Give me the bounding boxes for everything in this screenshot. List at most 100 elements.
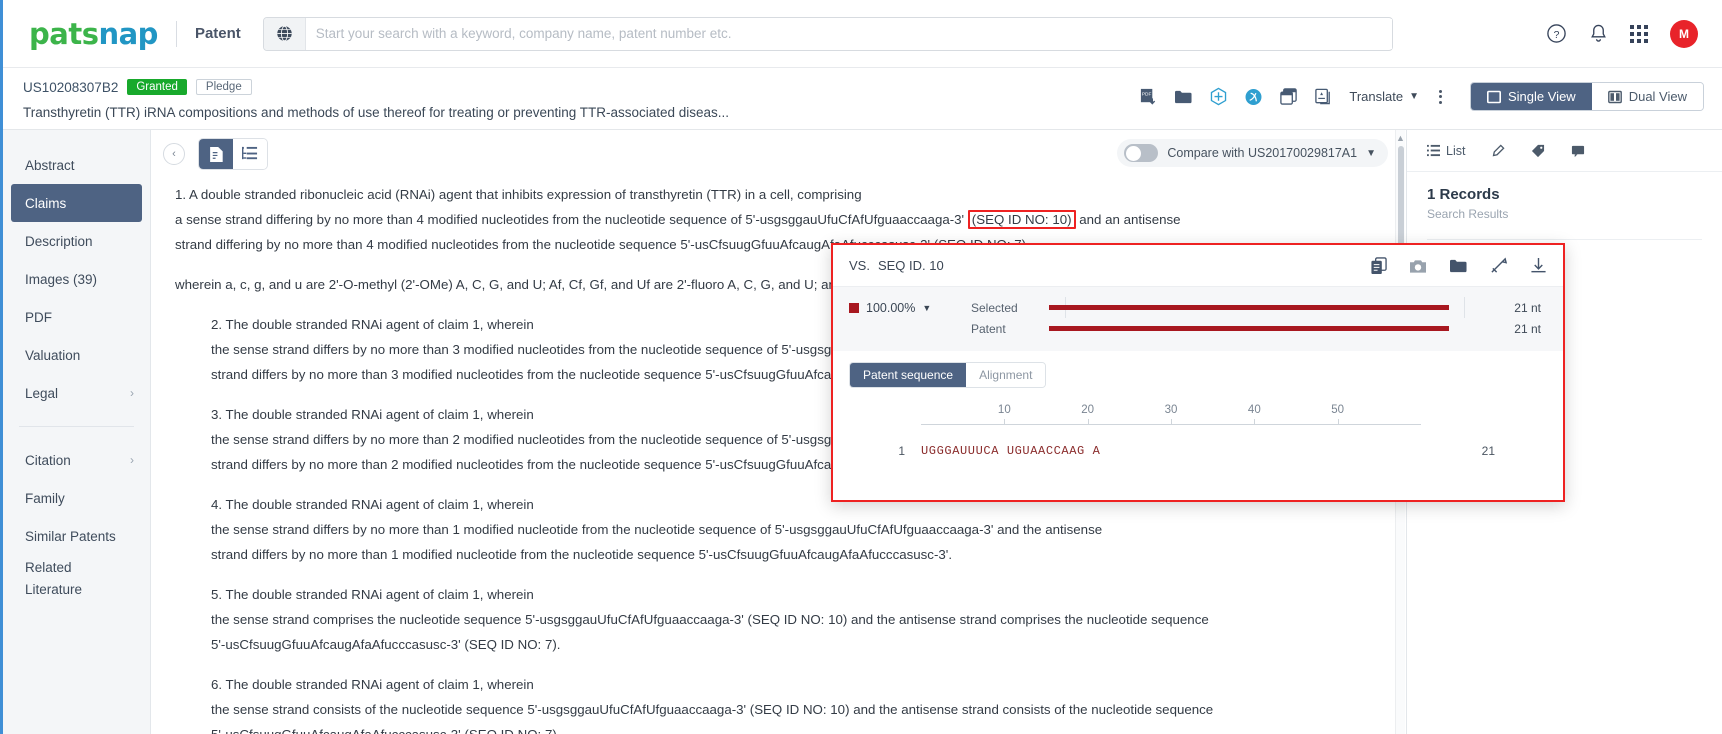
bar-label: Patent [971,321,1006,336]
claim-text: 5. The double stranded RNAi agent of cla… [211,587,534,602]
pdf-download-icon[interactable]: PDF [1139,87,1158,106]
bar-length: 21 nt [1514,300,1541,315]
compare-toggle-control[interactable]: Compare with US20170029817A1 ▼ [1117,139,1388,167]
bar-fill [1049,305,1449,310]
list-icon [1427,144,1440,157]
claim-line: 5'-usCfsuugGfuuAfcaugAfaAfucccasusc-3' (… [211,722,1382,734]
biologics-icon[interactable] [1244,87,1263,107]
outline-view-icon[interactable] [233,139,267,169]
sidebar-item-similar-patents[interactable]: Similar Patents [3,517,150,555]
copy-sequence-icon[interactable] [1370,256,1387,275]
sidebar-item-related-literature[interactable]: Related Literature [3,555,150,609]
claim-line: the sense strand consists of the nucleot… [211,697,1382,722]
single-view-label: Single View [1508,89,1576,104]
bar-length: 21 nt [1514,321,1541,336]
claim-text: the sense strand comprises the nucleotid… [211,612,1209,627]
sidebar-item-label: Claims [25,195,67,211]
document-view-icon[interactable] [199,139,233,169]
tab-patent-sequence[interactable]: Patent sequence [850,363,967,387]
ruler-tick-mark [1254,419,1256,424]
single-view-button[interactable]: Single View [1471,83,1592,110]
toggle-knob [1125,145,1141,161]
identity-percent-control[interactable]: 100.00% ▼ [849,297,955,315]
sequence-end-index: 21 [1481,444,1495,458]
modal-title-prefix: VS. [849,258,870,273]
bar-fill [1049,326,1449,331]
view-mode-toggle: Single View Dual View [1470,82,1704,111]
patsnap-app: patsnap Patent ? M US10208307B2 Granted [0,0,1722,734]
notification-bell-icon[interactable] [1589,23,1608,44]
modal-title: SEQ ID. 10 [877,258,944,273]
module-label: Patent [194,25,241,42]
logo-text-part1: pat [29,16,82,51]
record-count: 1 Records [1427,186,1500,203]
top-navigation-bar: patsnap Patent ? M [3,0,1722,68]
avatar[interactable]: M [1670,19,1698,48]
tab-comment[interactable] [1571,144,1585,158]
sidebar-divider [19,426,134,427]
sidebar-item-claims[interactable]: Claims [11,184,142,222]
sidebar-item-family[interactable]: Family [3,479,150,517]
compare-toggle-switch[interactable] [1124,144,1159,162]
apps-grid-icon[interactable] [1630,24,1648,43]
patsnap-logo[interactable]: patsnap [29,17,158,51]
sidebar-item-valuation[interactable]: Valuation [3,336,150,374]
scroll-up-arrow-icon[interactable]: ▲ [1396,130,1405,143]
right-panel-tabs: List [1407,130,1722,172]
dual-view-button[interactable]: Dual View [1591,83,1703,110]
ruler-tick-label: 30 [1164,404,1178,416]
claim-line: strand differs by no more than 1 modifie… [211,542,1382,567]
download-icon[interactable] [1530,257,1547,275]
identity-stats: 100.00% ▼ Selected 21 nt Patent 21 nt [833,287,1563,351]
help-icon[interactable]: ? [1546,23,1567,44]
seq-id-highlight[interactable]: (SEQ ID NO: 10) [967,210,1076,229]
tab-tag[interactable] [1531,144,1545,158]
alignment-bars: Selected 21 nt Patent 21 nt [971,297,1547,339]
search-input[interactable] [305,18,1392,49]
tab-list[interactable]: List [1427,144,1465,158]
claim-text: 4. The double stranded RNAi agent of cla… [211,497,534,512]
sequence-characters[interactable]: UGGGAUUUCA UGUAACCAAG A [921,444,1100,458]
tab-highlighter[interactable] [1491,143,1505,158]
globe-icon[interactable] [263,17,306,50]
bar-row-patent: Patent 21 nt [971,318,1547,339]
results-subtitle: Search Results [1427,207,1509,221]
chemical-structure-icon[interactable] [1209,87,1228,107]
chevron-left-icon[interactable]: ‹ [163,143,185,165]
camera-snapshot-icon[interactable] [1409,258,1427,274]
sidebar-item-pdf[interactable]: PDF [3,298,150,336]
translate-button[interactable]: Translate [1349,89,1403,104]
sidebar-item-images[interactable]: Images (39) [3,260,150,298]
folder-icon[interactable] [1174,88,1193,105]
chevron-down-icon[interactable]: ▼ [1409,91,1419,102]
folder-save-icon[interactable] [1449,257,1468,274]
sequence-text: UGGGAUUUCA UGUAACCAAG A [921,444,1101,458]
ruler-tick-mark [1171,419,1172,424]
sidebar-item-legal[interactable]: Legal › [3,374,150,412]
sidebar-item-citation[interactable]: Citation › [3,441,150,479]
dual-pane-icon [1607,90,1622,103]
blast-icon[interactable] [1490,257,1508,275]
kebab-menu-icon[interactable] [1435,89,1446,104]
card-icon[interactable] [1314,87,1333,106]
copy-window-icon[interactable] [1279,87,1298,106]
claim-text: the sense strand differs by no more than… [211,522,1103,537]
sequence-start-index: 1 [898,444,905,458]
claim-line: 5. The double stranded RNAi agent of cla… [211,582,1382,607]
compare-label: Compare with US20170029817A1 [1167,146,1358,160]
sidebar-item-abstract[interactable]: Abstract [3,146,150,184]
chevron-down-icon[interactable]: ▼ [1366,148,1376,159]
ruler-tick-mark [1004,419,1006,424]
top-bar-icons: ? M [1546,19,1698,48]
claim-text: the sense strand consists of the nucleot… [211,702,1214,717]
highlighter-icon [1493,143,1505,156]
sidebar-item-description[interactable]: Description [3,222,150,260]
publication-number[interactable]: US10208307B2 [23,80,118,95]
pledge-badge[interactable]: Pledge [195,79,252,95]
sidebar-item-label: Images (39) [25,271,98,287]
sidebar-item-label: Citation [25,452,71,468]
tab-alignment[interactable]: Alignment [966,363,1046,387]
bar-track [1049,326,1449,331]
chevron-down-icon[interactable]: ▼ [922,303,931,313]
bar-label: Selected [971,300,1018,315]
